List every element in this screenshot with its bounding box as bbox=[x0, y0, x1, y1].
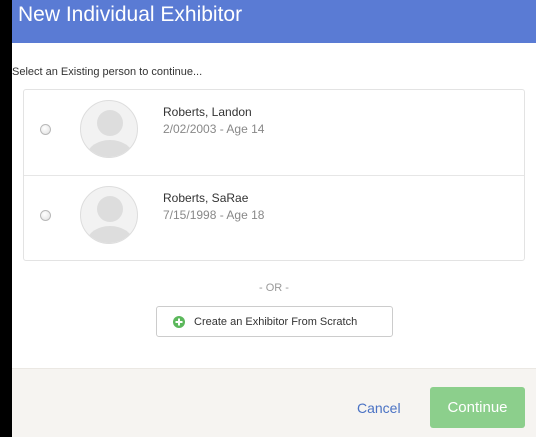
dialog-title: New Individual Exhibitor bbox=[18, 3, 243, 26]
person-radio-button[interactable] bbox=[40, 210, 51, 221]
list-item[interactable]: Roberts, SaRae 7/15/1998 - Age 18 bbox=[24, 175, 524, 260]
new-exhibitor-dialog: New Individual Exhibitor Select an Exist… bbox=[12, 0, 536, 437]
person-silhouette-icon bbox=[87, 110, 133, 157]
person-name: Roberts, SaRae bbox=[163, 191, 249, 205]
avatar bbox=[80, 100, 138, 158]
create-from-scratch-label: Create an Exhibitor From Scratch bbox=[194, 316, 358, 328]
person-list: Roberts, Landon 2/02/2003 - Age 14 Rober… bbox=[23, 89, 525, 261]
person-birthdate-age: 7/15/1998 - Age 18 bbox=[163, 208, 265, 222]
person-silhouette-icon bbox=[87, 196, 133, 243]
person-name: Roberts, Landon bbox=[163, 105, 252, 119]
person-birthdate-age: 2/02/2003 - Age 14 bbox=[163, 122, 265, 136]
select-person-prompt: Select an Existing person to continue... bbox=[12, 66, 203, 78]
create-from-scratch-button[interactable]: Create an Exhibitor From Scratch bbox=[156, 306, 393, 337]
cancel-button[interactable]: Cancel bbox=[357, 400, 401, 416]
list-item[interactable]: Roberts, Landon 2/02/2003 - Age 14 bbox=[24, 90, 524, 175]
plus-circle-icon bbox=[173, 316, 185, 328]
avatar bbox=[80, 186, 138, 244]
window-frame-edge bbox=[0, 0, 12, 437]
dialog-footer: Cancel Continue bbox=[12, 368, 536, 437]
person-radio-button[interactable] bbox=[40, 124, 51, 135]
continue-button-label: Continue bbox=[447, 399, 508, 416]
continue-button[interactable]: Continue bbox=[430, 387, 525, 428]
or-divider: - OR - bbox=[259, 282, 289, 294]
dialog-header: New Individual Exhibitor bbox=[12, 0, 536, 43]
